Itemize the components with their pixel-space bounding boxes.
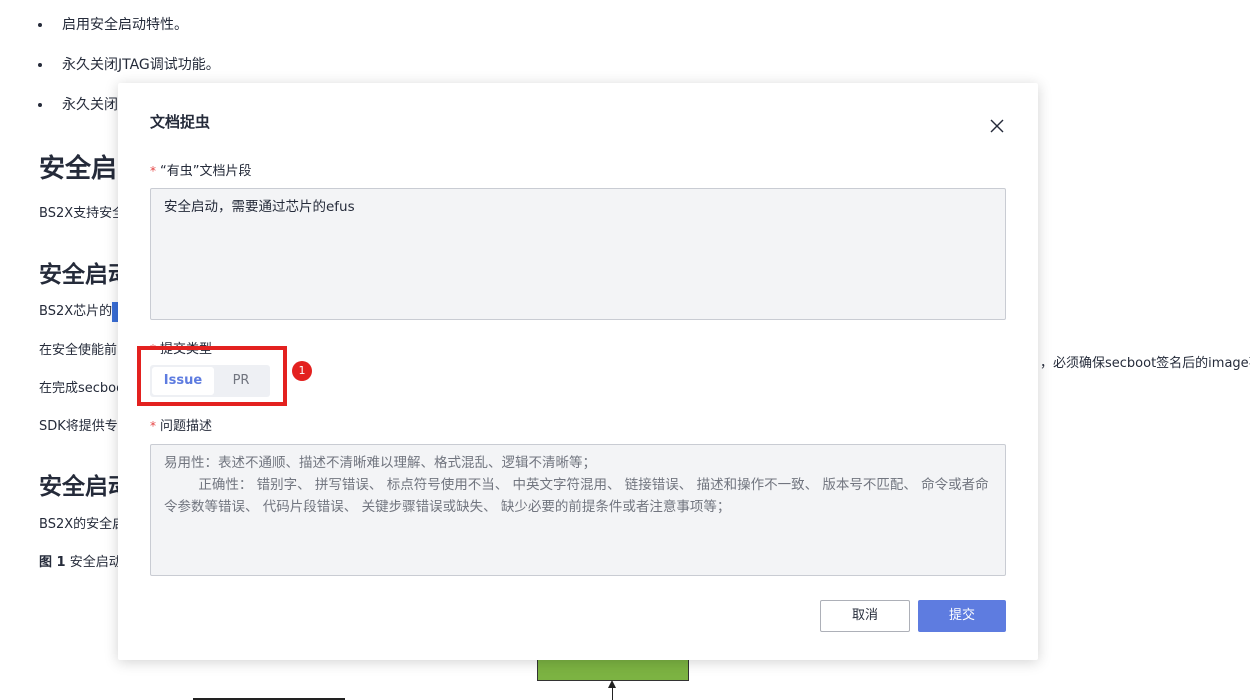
list-item-text: 永久关闭JTAG调试功能。 xyxy=(62,57,220,73)
annotation-highlight-box xyxy=(137,346,287,406)
paragraph: BS2X芯片的 xyxy=(39,304,113,319)
paragraph: BS2X支持安全 xyxy=(39,206,126,221)
paragraph: SDK将提供专 xyxy=(39,419,118,434)
dialog-title: 文档捉虫 xyxy=(150,113,211,131)
page: 启用安全启动特性。 永久关闭JTAG调试功能。 永久关闭 安全启 BS2X支持安… xyxy=(0,0,1250,700)
close-button[interactable] xyxy=(986,115,1008,137)
paragraph-continuation: ，必须确保secboot签名后的image不 xyxy=(1040,356,1250,371)
figure-caption: 图 1 安全启动 xyxy=(39,554,122,572)
bullet-dot xyxy=(38,23,42,27)
fragment-textarea[interactable]: 安全启动，需要通过芯片的efus xyxy=(150,188,1006,320)
required-mark: * xyxy=(150,419,156,433)
bullet-dot xyxy=(38,103,42,107)
list-item: 启用安全启动特性。 xyxy=(38,16,188,34)
required-mark: * xyxy=(150,164,156,178)
cancel-button[interactable]: 取消 xyxy=(820,600,910,632)
paragraph: 在安全使能前 xyxy=(39,343,118,358)
desc-label-text: 问题描述 xyxy=(160,419,213,434)
paragraph: BS2X的安全启 xyxy=(39,517,126,532)
section-heading: 安全启 xyxy=(39,154,118,184)
annotation-badge: 1 xyxy=(292,361,312,381)
flowchart-arrow xyxy=(612,686,613,700)
paragraph: 在完成secboo xyxy=(39,381,125,396)
list-item: 永久关闭 xyxy=(38,96,118,114)
submit-button[interactable]: 提交 xyxy=(918,600,1006,632)
fragment-label: * “有虫”文档片段 xyxy=(150,160,251,179)
close-icon xyxy=(990,119,1004,133)
list-item: 永久关闭JTAG调试功能。 xyxy=(38,56,220,74)
bullet-dot xyxy=(38,63,42,67)
list-item-text: 永久关闭 xyxy=(62,97,118,113)
figure-number: 图 1 xyxy=(39,555,66,570)
desc-label: * 问题描述 xyxy=(150,415,212,434)
fragment-label-text: “有虫”文档片段 xyxy=(160,164,252,179)
figure-caption-text: 安全启动 xyxy=(65,555,122,570)
list-item-text: 启用安全启动特性。 xyxy=(62,17,188,33)
description-textarea[interactable]: 易用性：表述不通顺、描述不清晰难以理解、格式混乱、逻辑不清晰等； 正确性： 错别… xyxy=(150,444,1006,576)
